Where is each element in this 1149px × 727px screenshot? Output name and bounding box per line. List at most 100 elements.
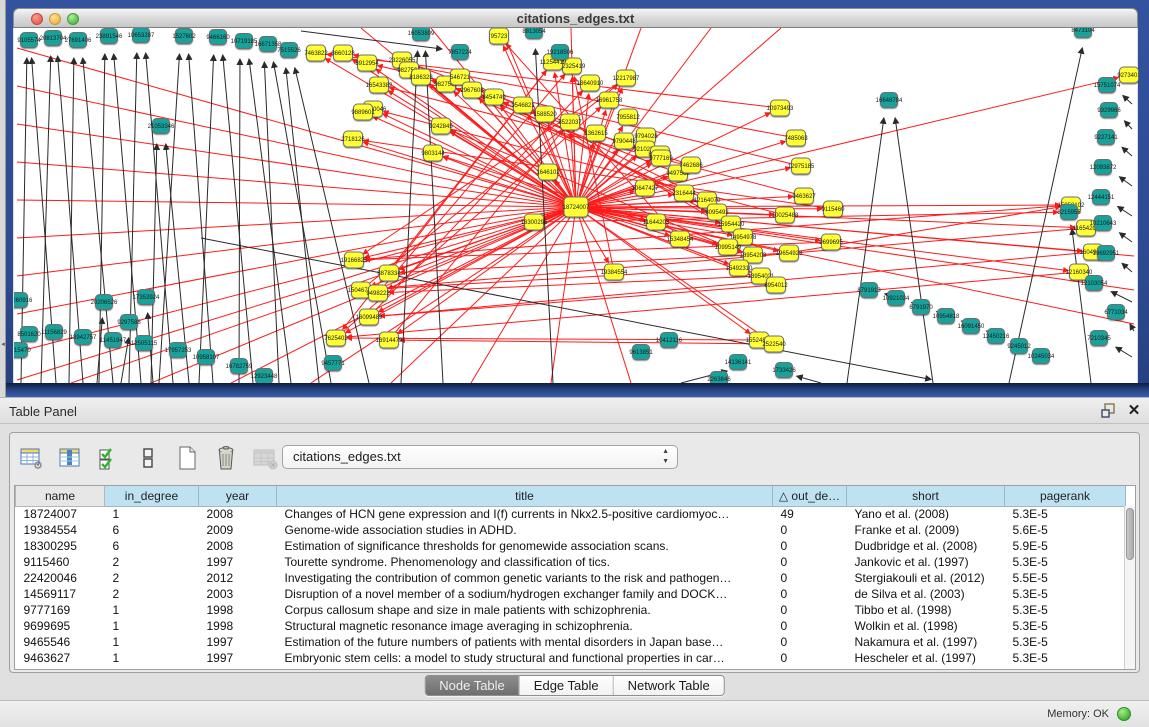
graph-node-label: 10245034 — [1028, 354, 1055, 360]
graph-node-label: 18300295 — [521, 220, 548, 226]
citation-edge-black[interactable] — [286, 68, 319, 383]
citation-edge-black[interactable] — [847, 118, 884, 383]
table-selector[interactable]: citations_edges.txt ▲▼ — [282, 445, 678, 469]
citation-edge-black[interactable] — [895, 118, 933, 383]
graph-node-label: 7515526 — [277, 48, 301, 54]
tab-network-table[interactable]: Network Table — [613, 676, 724, 695]
graph-node-label: 9273401 — [1117, 73, 1139, 79]
graph-node-label: 16961758 — [596, 98, 623, 104]
graph-node-label: 8878334 — [377, 271, 401, 277]
column-header-year[interactable]: year — [199, 486, 277, 506]
table-mode-icon[interactable]: ⚙ — [18, 445, 44, 471]
graph-node-label: 9463627 — [792, 194, 816, 200]
table-row[interactable]: 946362711997Embryonic stem cells: a mode… — [16, 650, 1126, 666]
graph-node-label: 11254419 — [540, 60, 567, 66]
citation-edge-black[interactable] — [797, 376, 821, 383]
table-row[interactable]: 1456911722003Disruption of a novel membe… — [16, 586, 1126, 602]
citation-edge-black[interactable] — [223, 55, 253, 383]
column-header-title[interactable]: title — [277, 486, 773, 506]
graph-node-label: 9297588 — [117, 320, 141, 326]
citation-edge-red[interactable] — [551, 207, 576, 383]
citation-edge-black[interactable] — [1122, 147, 1132, 156]
graph-node-label: 8473104 — [1071, 28, 1095, 34]
window-titlebar[interactable]: citations_edges.txt — [13, 8, 1138, 28]
control-panel-splitter[interactable]: ◂ — [0, 0, 6, 397]
citation-edge-black[interactable] — [1124, 121, 1132, 129]
column-header-out_de[interactable]: △ out_de… — [773, 486, 847, 506]
table-row[interactable]: 977716911998Corpus callosum shape and si… — [16, 602, 1126, 618]
graph-node-label: 7210345 — [1087, 336, 1111, 342]
float-panel-icon[interactable] — [1101, 403, 1117, 419]
close-panel-icon[interactable]: ✕ — [1126, 402, 1142, 420]
graph-node-label: 8660128 — [331, 51, 355, 57]
splitter-collapse-icon[interactable]: ◂ — [0, 340, 6, 350]
graph-node-label: 23891546 — [96, 34, 123, 40]
graph-node-label: 1646102 — [536, 170, 560, 176]
tab-node-table[interactable]: Node Table — [425, 676, 519, 695]
combo-stepper-icon: ▲▼ — [662, 447, 669, 467]
table-row[interactable]: 1872400712008Changes of HCN gene express… — [16, 506, 1126, 522]
table-row[interactable]: 2242004622012Investigating the contribut… — [16, 570, 1126, 586]
tab-edge-table[interactable]: Edge Table — [519, 676, 613, 695]
show-columns-icon[interactable] — [57, 445, 83, 471]
citation-edge-black[interactable] — [121, 338, 129, 383]
citation-edge-black[interactable] — [129, 53, 137, 383]
graph-node-label: 10210643 — [1090, 221, 1117, 227]
graph-node-label: 8813054 — [522, 29, 546, 35]
table-row[interactable]: 1938455462009Genome-wide association stu… — [16, 522, 1126, 538]
graph-node-label: 9546821 — [511, 103, 535, 109]
graph-node-label: 9498222 — [366, 291, 390, 297]
citation-edge-black[interactable] — [239, 59, 240, 383]
graph-node-label: 18640910 — [577, 81, 604, 87]
graph-node-label: 19166825 — [341, 258, 368, 264]
citation-edge-black[interactable] — [1122, 263, 1132, 272]
citation-edge-black[interactable] — [1123, 95, 1132, 104]
table-scrollbar-thumb[interactable] — [1126, 508, 1134, 560]
network-canvas[interactable]: 1872400718300295193845541534845474638228… — [13, 28, 1138, 383]
table-scrollbar[interactable] — [1124, 506, 1135, 670]
graph-node-label: 2316444 — [672, 191, 696, 197]
delete-table-icon[interactable] — [252, 445, 278, 471]
column-header-name[interactable]: name — [16, 486, 105, 506]
table-row[interactable]: 969969511998Structural magnetic resonanc… — [16, 618, 1126, 634]
create-column-icon[interactable] — [174, 445, 200, 471]
citation-edge-black[interactable] — [99, 54, 105, 383]
column-header-short[interactable]: short — [847, 486, 1005, 506]
citation-edge-black[interactable] — [1119, 177, 1132, 186]
graph-node-label: 10647427 — [632, 186, 659, 192]
citation-edge-black[interactable] — [201, 238, 931, 379]
select-all-icon[interactable] — [96, 445, 122, 471]
table-row[interactable]: 911546021997Tourette syndrome. Phenomeno… — [16, 554, 1126, 570]
citation-edge-black[interactable] — [1119, 233, 1132, 242]
citation-edge-red[interactable] — [311, 207, 576, 383]
citation-edge-red[interactable] — [400, 340, 774, 344]
column-header-in_degree[interactable]: in_degree — [105, 486, 199, 506]
citation-edge-black[interactable] — [1118, 206, 1132, 216]
citation-edge-black[interactable] — [1116, 347, 1132, 357]
graph-node-label: 12093872 — [1090, 165, 1117, 171]
graph-node-label: 9790448 — [612, 139, 636, 145]
delete-column-icon[interactable] — [213, 445, 239, 471]
graph-node-label: 16648784 — [876, 98, 903, 104]
graph-node-label: 16053809 — [408, 31, 435, 37]
citation-edge-red[interactable] — [17, 200, 576, 207]
column-header-pagerank[interactable]: pagerank — [1005, 486, 1126, 506]
graph-node-label: 11156829 — [41, 330, 67, 336]
graph-node-label: 8954012 — [764, 283, 788, 289]
memory-status-indicator — [1117, 707, 1131, 721]
table-row[interactable]: 946554611997Estimation of the future num… — [16, 634, 1126, 650]
row-stack-icon[interactable] — [135, 445, 161, 471]
graph-node-label: 15954420 — [718, 222, 745, 228]
graph-node-label: 16091450 — [958, 324, 985, 330]
citation-edge-black[interactable] — [1111, 292, 1132, 302]
table-panel-title: Table Panel — [9, 404, 77, 419]
citation-edge-red[interactable] — [576, 207, 631, 383]
graph-node-label: 9613851 — [629, 350, 653, 356]
graph-node-label: 25260916 — [14, 298, 33, 304]
graph-node-label: 14136141 — [725, 360, 752, 366]
table-row[interactable]: 1830029562008Estimation of significance … — [16, 538, 1126, 554]
graph-node-label: 9115460 — [822, 207, 846, 213]
citation-edge-black[interactable] — [1130, 324, 1134, 331]
citation-edge-red[interactable] — [231, 207, 576, 383]
citation-edge-black[interactable] — [249, 59, 291, 383]
